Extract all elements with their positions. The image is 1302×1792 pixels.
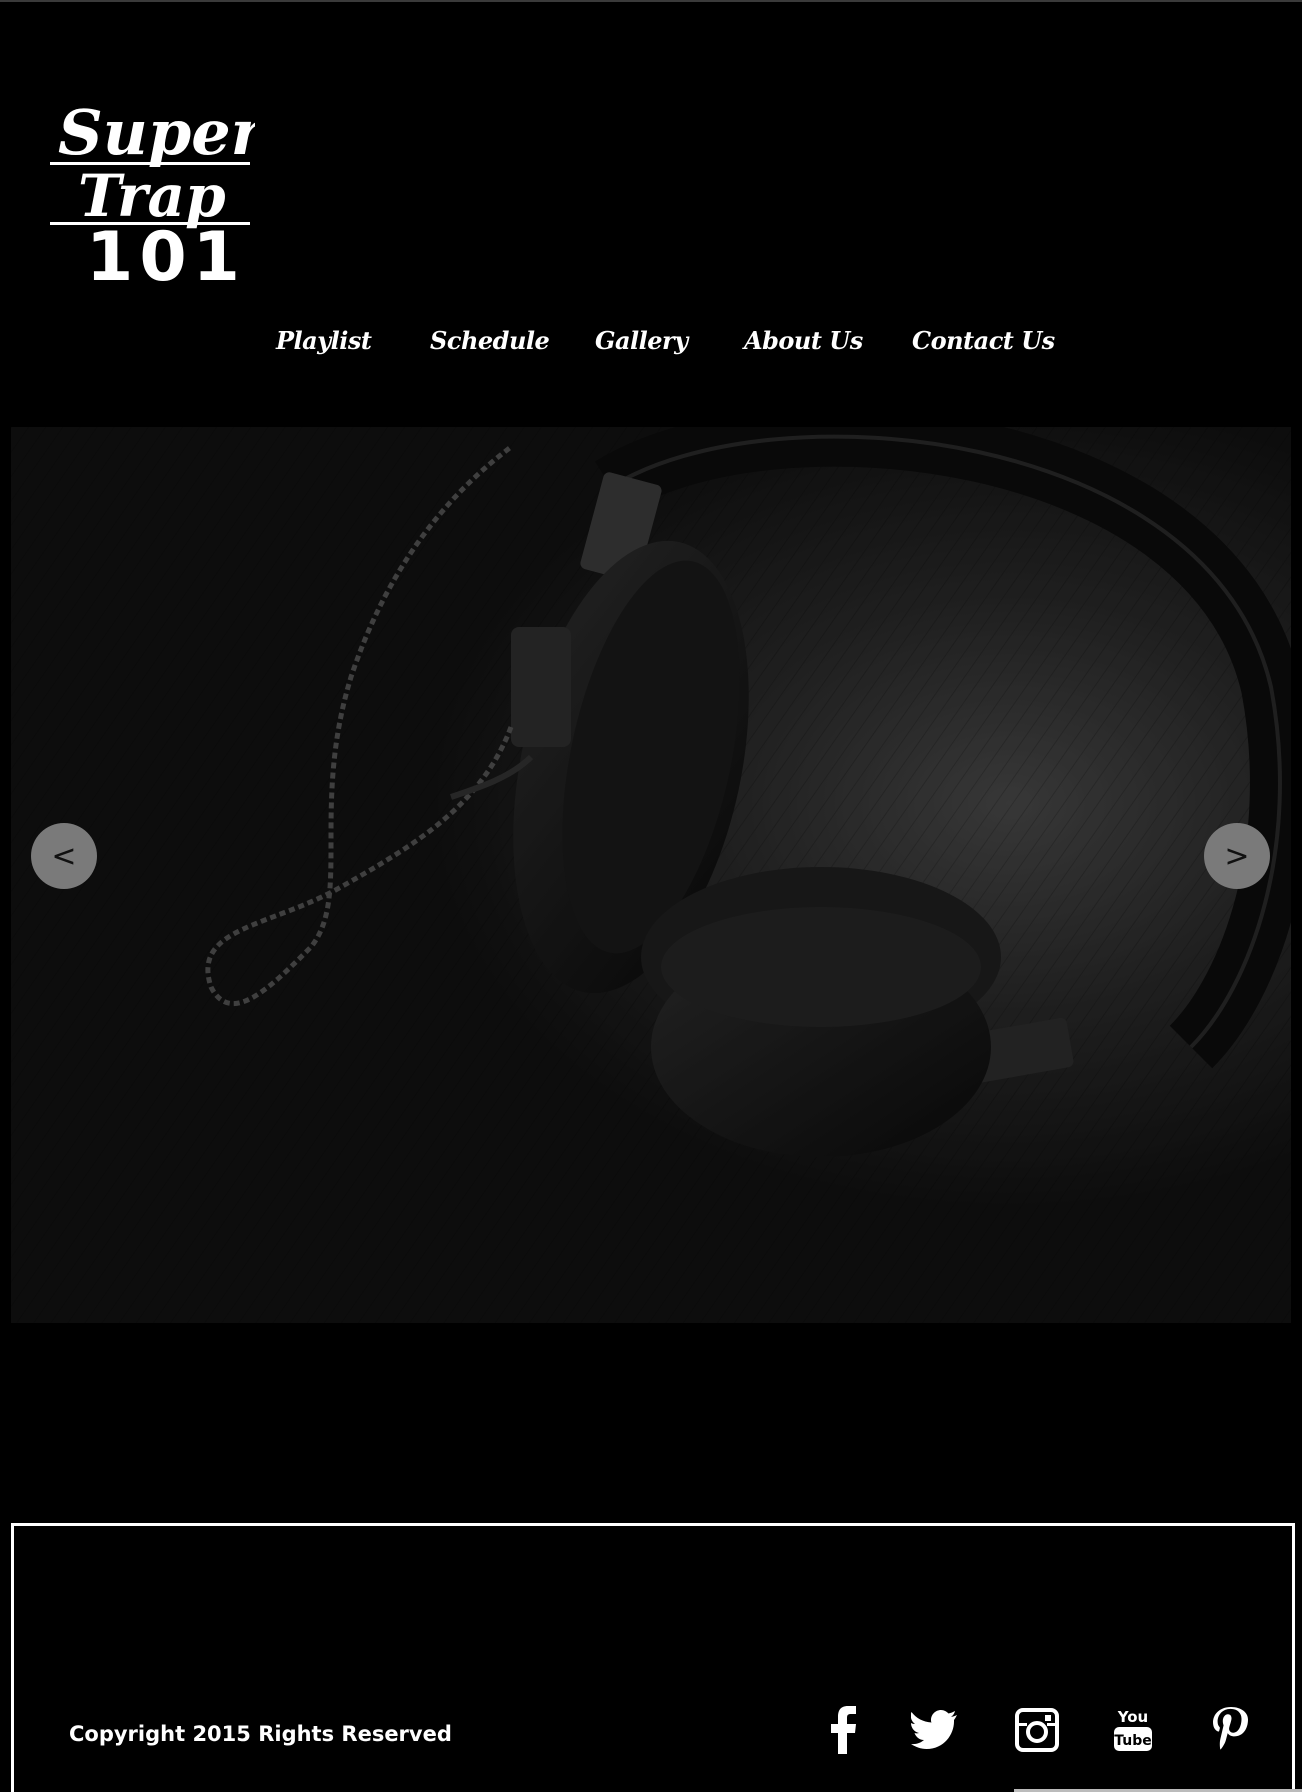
nav-item-playlist[interactable]: Playlist xyxy=(276,318,372,364)
pinterest-icon[interactable] xyxy=(1204,1704,1256,1756)
headphones-photo xyxy=(11,427,1291,1323)
site-footer: Copyright 2015 Rights Reserved You Tube xyxy=(11,1523,1295,1792)
nav-item-contact-us[interactable]: Contact Us xyxy=(912,318,1055,364)
svg-text:You: You xyxy=(1117,1708,1148,1726)
main-nav: Playlist Schedule Gallery About Us Conta… xyxy=(0,318,1302,364)
slider-prev-button[interactable]: < xyxy=(31,823,97,889)
nav-item-about-us[interactable]: About Us xyxy=(744,318,863,364)
nav-item-schedule[interactable]: Schedule xyxy=(430,318,550,364)
slider-next-button[interactable]: > xyxy=(1204,823,1270,889)
facebook-icon[interactable] xyxy=(817,1704,869,1756)
instagram-icon[interactable] xyxy=(1011,1704,1063,1756)
site-logo[interactable]: Super Trap 101 xyxy=(50,92,255,288)
copyright-text: Copyright 2015 Rights Reserved xyxy=(69,1722,452,1746)
youtube-icon[interactable]: You Tube xyxy=(1107,1704,1159,1756)
nav-item-gallery[interactable]: Gallery xyxy=(595,318,688,364)
svg-text:Tube: Tube xyxy=(1114,1733,1152,1749)
logo-line1: Super xyxy=(58,96,255,169)
logo-graphic: Super Trap 101 xyxy=(50,96,255,288)
image-slider: < > xyxy=(11,427,1291,1323)
logo-line3: 101 xyxy=(86,218,246,288)
twitter-icon[interactable] xyxy=(908,1704,960,1756)
top-divider xyxy=(0,0,1302,2)
